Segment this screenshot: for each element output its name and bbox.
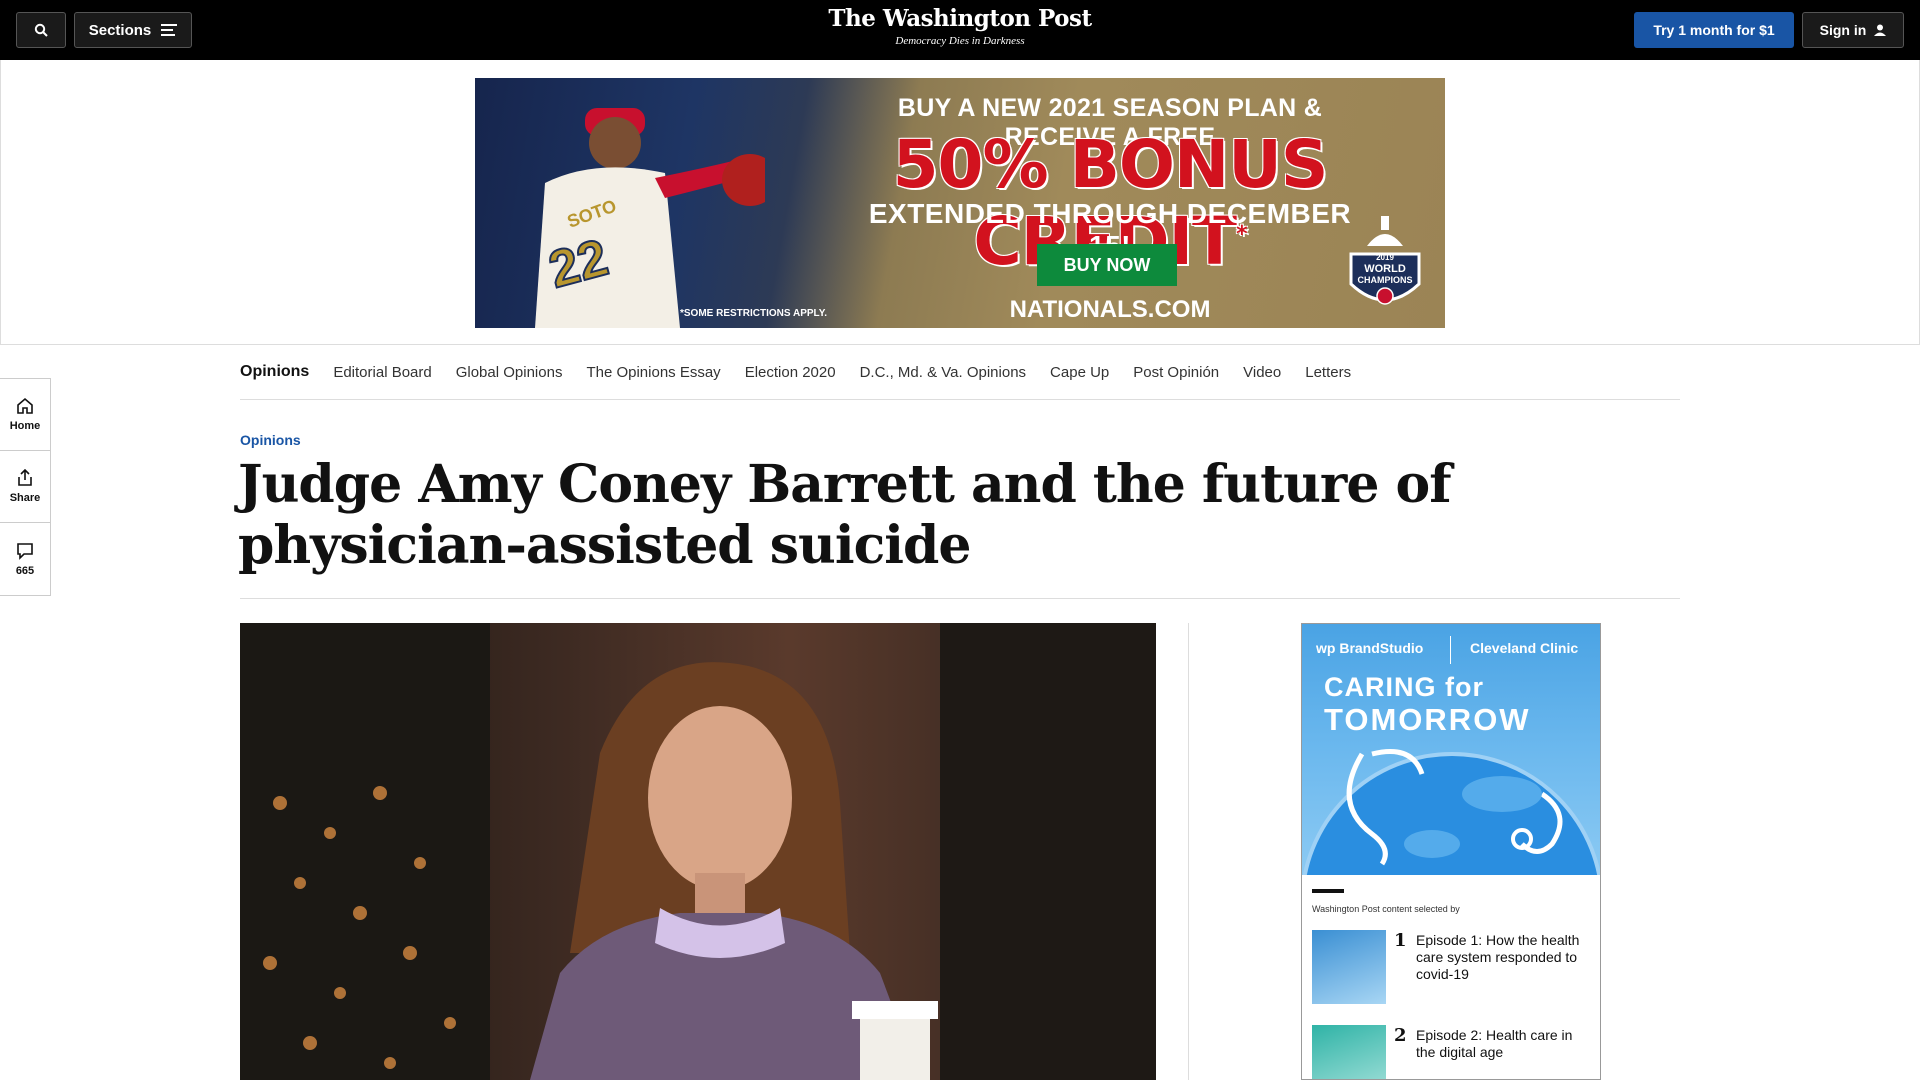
nav-editorial-board[interactable]: Editorial Board	[333, 364, 431, 381]
subscribe-trial-button[interactable]: Try 1 month for $1	[1634, 12, 1794, 48]
ad-band: SOTO 22 BUY A NEW 2021 SEASON PLAN & REC…	[0, 60, 1920, 345]
site-header: Sections The Washington Post Democracy D…	[0, 0, 1920, 60]
comments-count: 665	[15, 564, 35, 577]
ad-site: NATIONALS.COM	[1009, 296, 1211, 323]
nav-opinions-essay[interactable]: The Opinions Essay	[586, 364, 720, 381]
promo-item-title: Episode 2: Health care in the digital ag…	[1416, 1027, 1573, 1060]
svg-text:CHAMPIONS: CHAMPIONS	[1357, 275, 1412, 285]
home-button[interactable]: Home	[0, 379, 50, 451]
article-kicker[interactable]: Opinions	[240, 432, 301, 448]
promo-title-line2: TOMORROW	[1324, 702, 1531, 737]
sections-label: Sections	[88, 21, 152, 39]
promo-thumbnail	[1312, 930, 1386, 1004]
promo-title-line1: CARING for	[1324, 672, 1484, 702]
promo-item-title: Episode 1: How the health care system re…	[1416, 932, 1580, 982]
article-headline: Judge Amy Coney Barrett and the future o…	[238, 454, 1452, 576]
svg-text:WORLD: WORLD	[1364, 263, 1406, 275]
promo-thumbnail	[1312, 1025, 1386, 1079]
share-button[interactable]: Share	[0, 451, 50, 523]
nav-video[interactable]: Video	[1243, 364, 1281, 381]
ad-restrictions: *SOME RESTRICTIONS APPLY.	[680, 308, 828, 319]
ad-buy-now-button[interactable]: BUY NOW	[1037, 244, 1177, 286]
comment-icon	[17, 542, 33, 560]
nav-dc-md-va-opinions[interactable]: D.C., Md. & Va. Opinions	[860, 364, 1026, 381]
sections-button[interactable]: Sections	[74, 12, 192, 48]
sign-in-label: Sign in	[1819, 22, 1867, 38]
promo-divider	[1450, 636, 1451, 664]
comments-button[interactable]: 665	[0, 523, 50, 595]
left-rail: Home Share 665	[0, 378, 51, 596]
share-label: Share	[9, 492, 41, 504]
nav-global-opinions[interactable]: Global Opinions	[456, 364, 563, 381]
search-icon	[34, 23, 48, 37]
nav-post-opinion[interactable]: Post Opinión	[1133, 364, 1219, 381]
promo-selected-by: Washington Post content selected by	[1312, 904, 1460, 914]
wapo-logo: The Washington Post	[828, 5, 1092, 32]
world-champions-badge: 2019 WORLD CHAMPIONS	[1349, 216, 1421, 305]
nav-cape-up[interactable]: Cape Up	[1050, 364, 1109, 381]
home-label: Home	[9, 420, 41, 432]
menu-icon	[161, 24, 178, 36]
promo-list-item[interactable]: 2 Episode 2: Health care in the digital …	[1312, 1025, 1597, 1079]
article-lead-photo[interactable]	[240, 623, 1156, 1080]
sign-in-button[interactable]: Sign in	[1802, 12, 1904, 48]
brandstudio-promo[interactable]: wp BrandStudio Cleveland Clinic CARING f…	[1301, 623, 1601, 1080]
globe-stethoscope-image	[1302, 749, 1600, 875]
promo-accent-bar	[1312, 889, 1344, 893]
promo-list-item[interactable]: 1 Episode 1: How the health care system …	[1312, 930, 1597, 1006]
headline-divider	[240, 598, 1680, 599]
opinions-section-nav: Opinions Editorial Board Global Opinions…	[240, 345, 1680, 400]
cleveland-clinic-logo: Cleveland Clinic	[1470, 640, 1579, 656]
promo-hero[interactable]: wp BrandStudio Cleveland Clinic CARING f…	[1302, 624, 1600, 875]
column-divider	[1188, 623, 1189, 1080]
search-button[interactable]	[16, 12, 66, 48]
lead-photo-image	[240, 623, 1156, 1080]
baseball-player-image: SOTO 22	[535, 108, 765, 328]
promo-item-number: 1	[1394, 930, 1407, 951]
brandstudio-logo: wp BrandStudio	[1316, 640, 1424, 656]
nav-opinions[interactable]: Opinions	[240, 363, 309, 381]
svg-text:2019: 2019	[1376, 253, 1394, 262]
user-icon	[1874, 24, 1887, 36]
tagline: Democracy Dies in Darkness	[895, 35, 1025, 47]
promo-item-number: 2	[1394, 1025, 1407, 1046]
nav-letters[interactable]: Letters	[1305, 364, 1351, 381]
nationals-ad-banner[interactable]: SOTO 22 BUY A NEW 2021 SEASON PLAN & REC…	[475, 78, 1445, 328]
nav-election-2020[interactable]: Election 2020	[745, 364, 836, 381]
share-icon	[18, 469, 32, 486]
home-icon	[17, 397, 33, 414]
masthead[interactable]: The Washington Post Democracy Dies in Da…	[760, 5, 1160, 47]
